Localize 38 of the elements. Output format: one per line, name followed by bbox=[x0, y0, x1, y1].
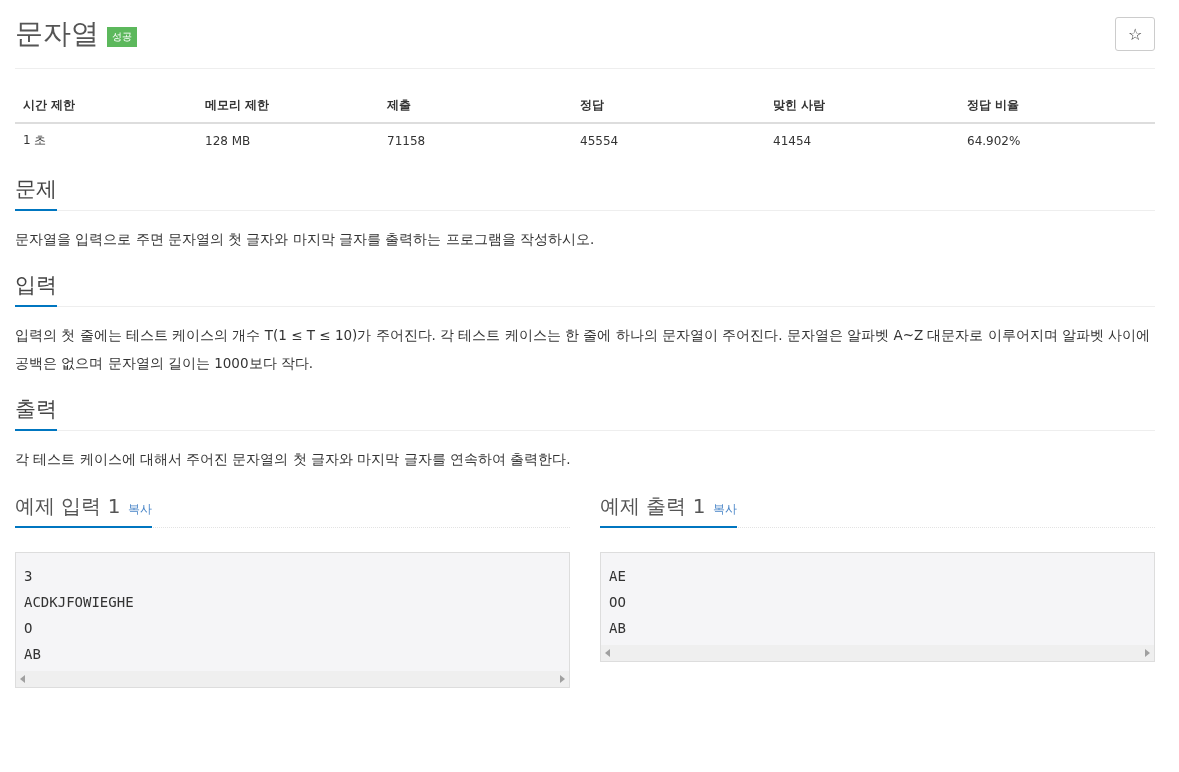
table-cell: 64.902% bbox=[959, 123, 1155, 157]
scroll-left-icon[interactable] bbox=[20, 675, 26, 683]
column-header: 제출 bbox=[379, 89, 572, 123]
sample-heading: 예제 입력 1 bbox=[15, 493, 121, 520]
column-header: 시간 제한 bbox=[15, 89, 197, 123]
horizontal-scrollbar[interactable] bbox=[601, 645, 1154, 661]
column-header: 정답 bbox=[572, 89, 765, 123]
table-cell: 41454 bbox=[765, 123, 959, 157]
section-paragraph: 입력의 첫 줄에는 테스트 케이스의 개수 T(1 ≤ T ≤ 10)가 주어진다. 각 테스트 케이스는 한 줄에 하나의 문자열이 주어진다. 문자열은 알파벳 A~Z 대문자로 이루어지며 알파벳 사이에 공백은 없으며 문자열의 길이는 1000보다 작다. bbox=[15, 326, 1152, 373]
problem-title: 문자열 bbox=[15, 16, 99, 52]
scroll-right-icon[interactable] bbox=[1144, 649, 1150, 657]
code-line: ACDKJFOWIEGHE bbox=[24, 593, 135, 612]
code-line: 3 bbox=[24, 567, 34, 586]
copy-link[interactable]: 복사 bbox=[128, 501, 153, 518]
section-heading: 입력 bbox=[15, 267, 57, 307]
table-cell: 71158 bbox=[379, 123, 572, 157]
section-heading: 문제 bbox=[15, 171, 57, 211]
section-paragraph: 각 테스트 케이스에 대해서 주어진 문자열의 첫 글자와 마지막 글자를 연속하여 출력한다. bbox=[15, 450, 572, 469]
copy-link[interactable]: 복사 bbox=[713, 501, 738, 518]
horizontal-scrollbar[interactable] bbox=[16, 671, 569, 687]
code-line: AE bbox=[609, 567, 627, 586]
code-line: OO bbox=[609, 593, 627, 612]
column-header: 맞힌 사람 bbox=[765, 89, 959, 123]
section-paragraph: 문자열을 입력으로 주면 문자열의 첫 글자와 마지막 글자를 출력하는 프로그램을 작성하시오. bbox=[15, 230, 596, 249]
scroll-left-icon[interactable] bbox=[605, 649, 611, 657]
table-cell: 1 초 bbox=[15, 123, 197, 157]
scroll-right-icon[interactable] bbox=[559, 675, 565, 683]
sample-heading: 예제 출력 1 bbox=[600, 493, 706, 520]
code-line: O bbox=[24, 619, 34, 638]
code-line: AB bbox=[24, 645, 42, 664]
table-cell: 45554 bbox=[572, 123, 765, 157]
column-header: 정답 비율 bbox=[959, 89, 1155, 123]
table-cell: 128 MB bbox=[197, 123, 379, 157]
column-header: 메모리 제한 bbox=[197, 89, 379, 123]
result-label: 성공 bbox=[107, 27, 137, 47]
favorite-button[interactable]: ☆ bbox=[1115, 17, 1155, 51]
code-line: AB bbox=[609, 619, 627, 638]
section-heading: 출력 bbox=[15, 391, 57, 431]
